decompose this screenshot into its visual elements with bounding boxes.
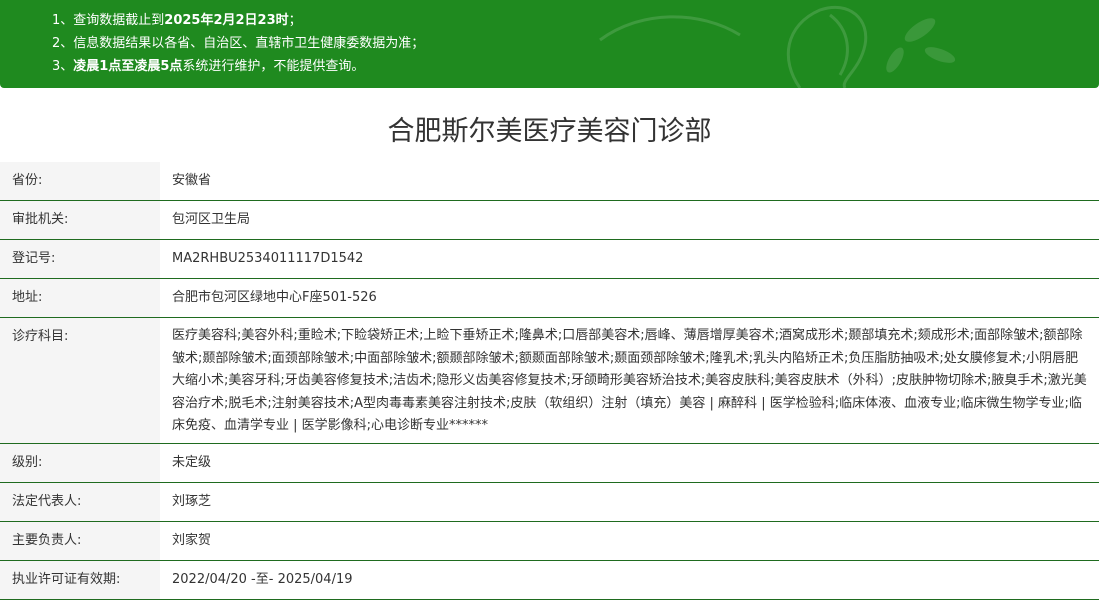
table-row-license-validity: 执业许可证有效期: 2022/04/20 -至- 2025/04/19 — [0, 561, 1099, 600]
row-value: 合肥市包河区绿地中心F座501-526 — [172, 290, 377, 305]
notice-line-1: 1、查询数据截止到2025年2月2日23时； — [52, 13, 302, 28]
notice-line-2: 2、信息数据结果以各省、自治区、直辖市卫生健康委数据为准； — [52, 36, 425, 51]
woman-silhouette-watermark-icon — [599, 5, 956, 88]
table-row-province: 省份: 安徽省 — [0, 162, 1099, 201]
table-row-principal: 主要负责人: 刘家贺 — [0, 522, 1099, 561]
table-row-medical-subjects: 诊疗科目: 医疗美容科;美容外科;重睑术;下睑袋矫正术;上睑下垂矫正术;隆鼻术;… — [0, 318, 1099, 444]
notice-line-3: 3、凌晨1点至凌晨5点系统进行维护，不能提供查询。 — [52, 59, 365, 74]
row-label: 审批机关: — [0, 201, 160, 239]
notice-banner: 1、查询数据截止到2025年2月2日23时； 2、信息数据结果以各省、自治区、直… — [0, 0, 1099, 88]
row-value: MA2RHBU2534011117D1542 — [172, 251, 364, 266]
row-label: 登记号: — [0, 240, 160, 278]
row-value: 刘琢芝 — [172, 494, 212, 509]
row-label: 省份: — [0, 162, 160, 200]
row-label: 执业许可证有效期: — [0, 561, 160, 599]
row-value: 包河区卫生局 — [172, 212, 251, 227]
info-table: 省份: 安徽省 审批机关: 包河区卫生局 登记号: MA2RHBU2534011… — [0, 162, 1099, 600]
row-label: 级别: — [0, 444, 160, 482]
page-title: 合肥斯尔美医疗美容门诊部 — [387, 116, 712, 147]
row-value: 医疗美容科;美容外科;重睑术;下睑袋矫正术;上睑下垂矫正术;隆鼻术;口唇部美容术… — [172, 328, 1087, 433]
row-label: 主要负责人: — [0, 522, 160, 560]
row-value: 2022/04/20 -至- 2025/04/19 — [172, 572, 353, 587]
table-row-registration-number: 登记号: MA2RHBU2534011117D1542 — [0, 240, 1099, 279]
table-row-address: 地址: 合肥市包河区绿地中心F座501-526 — [0, 279, 1099, 318]
row-value: 未定级 — [172, 455, 212, 470]
table-row-level: 级别: 未定级 — [0, 444, 1099, 483]
table-row-legal-representative: 法定代表人: 刘琢芝 — [0, 483, 1099, 522]
table-row-approval-authority: 审批机关: 包河区卫生局 — [0, 201, 1099, 240]
row-value: 安徽省 — [172, 173, 212, 188]
row-value: 刘家贺 — [172, 533, 212, 548]
row-label: 地址: — [0, 279, 160, 317]
row-label: 诊疗科目: — [0, 318, 160, 443]
row-label: 法定代表人: — [0, 483, 160, 521]
